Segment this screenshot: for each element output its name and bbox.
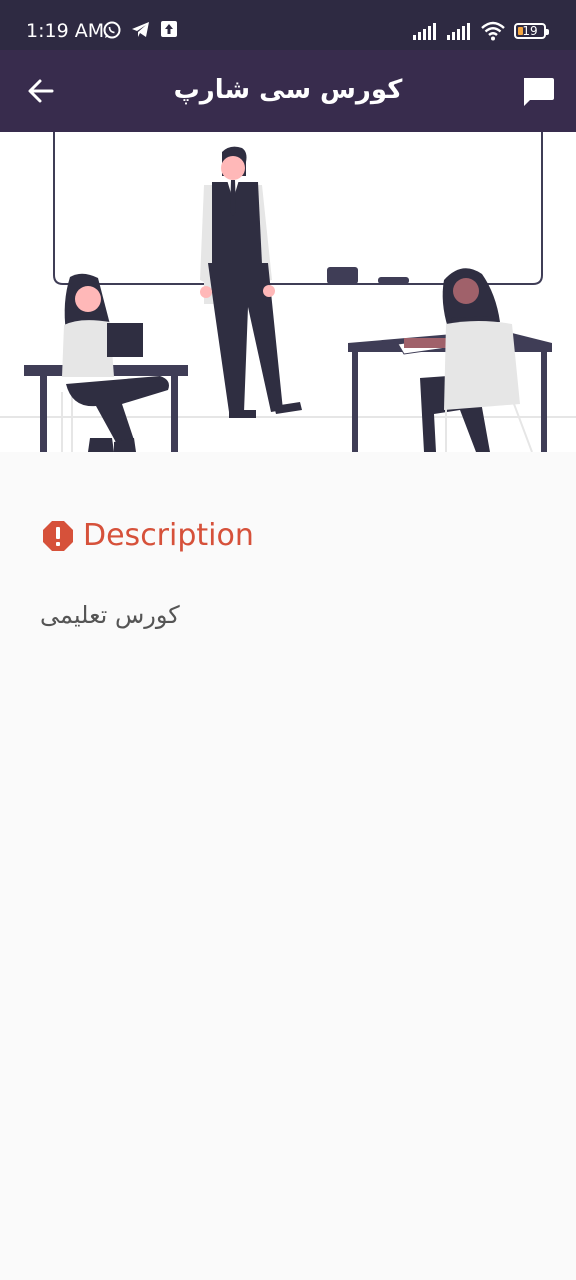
status-time: 1:19 AM (26, 20, 105, 42)
telegram-icon (132, 22, 149, 37)
whatsapp-icon (103, 21, 121, 39)
upload-icon (161, 21, 177, 37)
description-header: Description (42, 518, 254, 554)
description-text: کورس تعلیمی (40, 601, 180, 629)
description-heading: Description (83, 518, 254, 553)
arrow-left-icon[interactable] (22, 72, 60, 110)
app-bar: کورس سی شارپ (0, 50, 576, 132)
signal-icon (413, 23, 436, 40)
battery-icon: 19 (514, 23, 549, 39)
battery-level: 19 (522, 24, 538, 38)
status-bar: 1:19 AM 19 (0, 0, 576, 50)
signal-icon (447, 23, 470, 40)
classroom-illustration (0, 132, 576, 452)
chat-icon[interactable] (518, 72, 558, 112)
alert-octagon-icon (43, 521, 73, 551)
wifi-icon (481, 21, 505, 41)
status-left-icons (102, 20, 178, 42)
status-right-icons: 19 (412, 20, 549, 42)
page-title: کورس سی شارپ (173, 75, 403, 105)
hero-illustration (0, 132, 576, 452)
